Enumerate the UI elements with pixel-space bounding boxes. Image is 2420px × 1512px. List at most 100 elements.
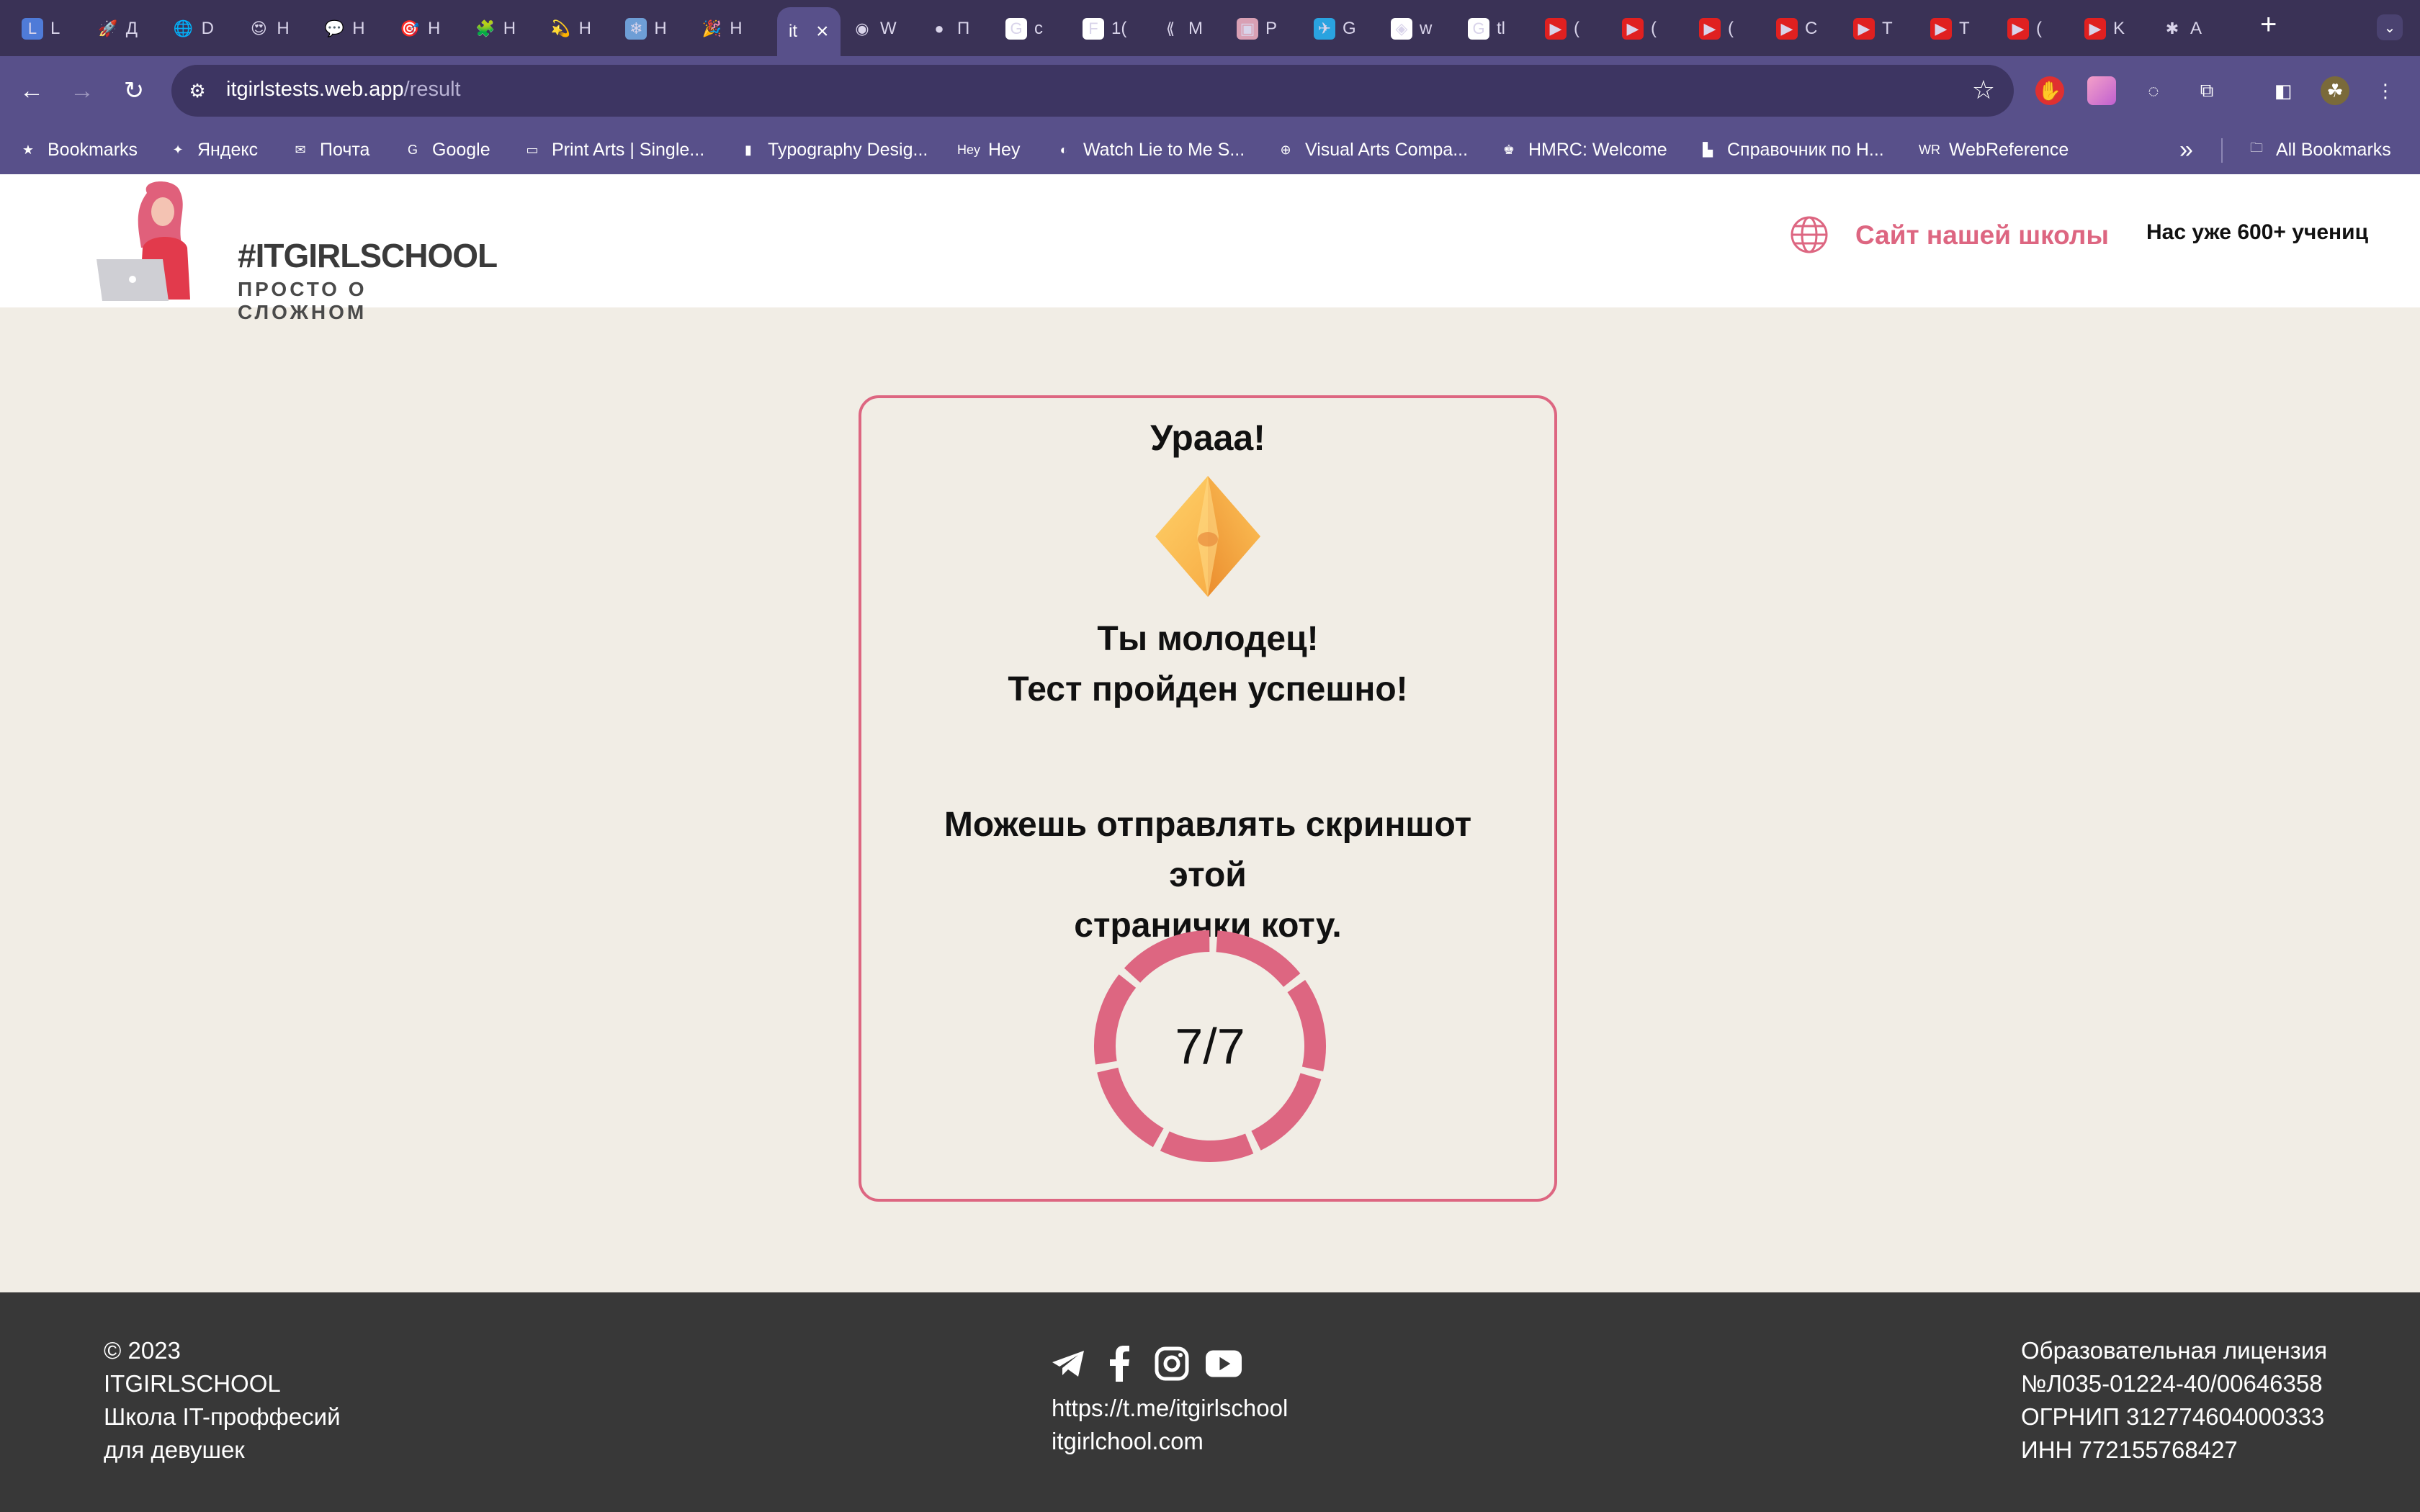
bookmark-item[interactable]: ◐ Watch Lie to Me S... xyxy=(1053,137,1245,163)
footer-legal-line: ОГРНИП 312774604000333 xyxy=(2021,1403,2325,1430)
tab[interactable]: 💫 Н xyxy=(550,10,591,48)
telegram-link[interactable]: https://t.me/itgirlschool xyxy=(1052,1392,1288,1425)
tab[interactable]: ✈ G xyxy=(1314,10,1356,48)
tab[interactable]: ⟪ M xyxy=(1160,10,1203,48)
tab[interactable]: 💬 Н xyxy=(323,10,364,48)
bookmark-item[interactable]: ▮ Typography Desig... xyxy=(738,137,928,163)
school-site-link[interactable]: Сайт нашей школы xyxy=(1855,220,2109,251)
girl-with-laptop-icon xyxy=(97,181,190,301)
globe-icon[interactable] xyxy=(1789,215,1829,255)
bookmark-label: Visual Arts Compa... xyxy=(1305,139,1469,160)
new-tab-button[interactable]: + xyxy=(2260,9,2277,41)
tab-favicon-icon: F xyxy=(1083,18,1104,40)
tab-title: w xyxy=(1420,19,1433,38)
extension-circle-icon[interactable]: ◌ xyxy=(2139,76,2168,105)
tab-title: T xyxy=(1959,19,1970,38)
tab[interactable]: Gtl xyxy=(1468,10,1505,48)
tab[interactable]: ▶ T xyxy=(1853,10,1893,48)
tab[interactable]: 😍 Н xyxy=(248,10,290,48)
website-link[interactable]: itgirlchool.com xyxy=(1052,1425,1288,1458)
tab[interactable]: ▶( xyxy=(1545,10,1579,48)
tab-search-chevron-icon[interactable]: ⌄ xyxy=(2377,14,2403,40)
site-settings-icon[interactable]: ⚙ xyxy=(184,78,210,104)
tab[interactable]: ◈ w xyxy=(1391,10,1432,48)
bookmark-label: Watch Lie to Me S... xyxy=(1083,139,1245,160)
tab[interactable]: ❄ Н xyxy=(625,10,667,48)
bookmark-item[interactable]: ▭ Print Arts | Single... xyxy=(521,137,704,163)
facebook-icon[interactable] xyxy=(1102,1346,1138,1382)
tab[interactable]: 🧩 Н xyxy=(475,10,516,48)
side-panel-icon[interactable]: ◧ xyxy=(2269,76,2298,105)
extension-stop-icon[interactable]: ✋ xyxy=(2035,76,2064,105)
itgirlschool-logo[interactable]: #ITGIRLSCHOOL ПРОСТО О СЛОЖНОМ xyxy=(97,179,500,323)
footer-left-line: © 2023 xyxy=(104,1337,181,1364)
bookmark-item[interactable]: WR WebReference xyxy=(1919,137,2069,163)
extensions-puzzle-icon[interactable]: ⧉ xyxy=(2192,76,2221,105)
tab[interactable]: ▶( xyxy=(2007,10,2042,48)
tab[interactable]: F 1( xyxy=(1083,10,1126,48)
tab[interactable]: 🚀 Д xyxy=(97,10,138,48)
tab[interactable]: ▣ P xyxy=(1237,10,1277,48)
tab[interactable]: ✱ A xyxy=(2161,10,2202,48)
tab-title: П xyxy=(957,19,970,38)
tab-favicon-icon: L xyxy=(22,18,43,40)
bookmark-item[interactable]: G Google xyxy=(402,137,490,163)
bookmark-item[interactable]: ⊕ Visual Arts Compa... xyxy=(1275,137,1468,163)
tab-title: P xyxy=(1265,19,1278,38)
bookmark-item[interactable]: ♚ HMRC: Welcome xyxy=(1498,137,1667,163)
back-arrow-icon[interactable]: ← xyxy=(16,75,48,107)
tab[interactable]: 🎉 Н xyxy=(701,10,742,48)
tab-title: it xyxy=(789,22,797,41)
tab-favicon-icon: ❄ xyxy=(625,18,647,40)
profile-avatar[interactable]: ☘ xyxy=(2321,76,2349,105)
tab[interactable]: ▶ K xyxy=(2084,10,2125,48)
tab[interactable]: ▶( xyxy=(1699,10,1734,48)
tab-title: Н xyxy=(578,19,591,38)
bookmark-star-icon[interactable]: ☆ xyxy=(1972,75,1995,105)
tab-title: T xyxy=(1882,19,1893,38)
tab[interactable]: 🎯 Н xyxy=(399,10,440,48)
address-bar[interactable]: ⚙ itgirlstests.web.app/result ☆ xyxy=(171,65,2014,117)
tab[interactable]: ▶ C xyxy=(1776,10,1817,48)
tab[interactable]: 🌐 D xyxy=(173,10,214,48)
more-bookmarks-chevron-icon[interactable]: » xyxy=(2179,136,2193,163)
footer-left-line: ITGIRLSCHOOL xyxy=(104,1370,281,1397)
tab-favicon-icon: ▶ xyxy=(2007,18,2029,40)
tab[interactable]: ▶ T xyxy=(1930,10,1970,48)
bookmark-item[interactable]: ▙ Справочник по Н... xyxy=(1697,137,1884,163)
tab-favicon-icon: ▶ xyxy=(1930,18,1952,40)
tab[interactable]: ● П xyxy=(928,10,969,48)
bookmark-label: HMRC: Welcome xyxy=(1528,139,1667,160)
result-card: Урааа! Ты молодец! Тест пройден успешно!… xyxy=(859,395,1557,1202)
forward-arrow-icon[interactable]: → xyxy=(66,75,98,107)
all-bookmarks-label: All Bookmarks xyxy=(2276,139,2391,160)
tab-title: D xyxy=(201,19,214,38)
reload-icon[interactable]: ↻ xyxy=(118,75,150,107)
youtube-icon[interactable] xyxy=(1206,1346,1242,1382)
instagram-icon[interactable] xyxy=(1154,1346,1190,1382)
tab-favicon-icon: ◈ xyxy=(1391,18,1412,40)
tab-active[interactable]: it × xyxy=(777,7,841,56)
bookmark-label: Hey xyxy=(988,139,1021,160)
bookmark-label: Справочник по Н... xyxy=(1727,139,1884,160)
bookmark-item[interactable]: ★ Bookmarks xyxy=(17,137,138,163)
tab-favicon-icon: 🎉 xyxy=(702,19,722,37)
tab[interactable]: LL xyxy=(22,10,60,48)
url-text[interactable]: itgirlstests.web.app/result xyxy=(226,78,461,102)
tab-favicon-icon: 🎯 xyxy=(400,19,420,37)
tab-favicon-icon: ▶ xyxy=(1776,18,1798,40)
footer-links: https://t.me/itgirlschool itgirlchool.co… xyxy=(1052,1392,1288,1458)
telegram-icon[interactable] xyxy=(1050,1346,1086,1382)
tab[interactable]: Gc xyxy=(1005,10,1043,48)
tab[interactable]: ◉ W xyxy=(851,10,896,48)
all-bookmarks-folder[interactable]: 🗀 All Bookmarks xyxy=(2246,137,2391,163)
score-value: 7/7 xyxy=(1175,1018,1245,1074)
close-tab-icon[interactable]: × xyxy=(816,19,829,44)
bookmark-item[interactable]: ✦ Яндекс xyxy=(167,137,258,163)
bookmark-item[interactable]: ✉ Почта xyxy=(290,137,369,163)
bookmark-item[interactable]: Hey Hey xyxy=(957,137,1021,163)
tab[interactable]: ▶( xyxy=(1622,10,1657,48)
extension-gradient-icon[interactable] xyxy=(2087,76,2116,105)
tab-favicon-icon: ▶ xyxy=(2084,18,2106,40)
browser-menu-icon[interactable]: ⋮ xyxy=(2371,76,2400,105)
